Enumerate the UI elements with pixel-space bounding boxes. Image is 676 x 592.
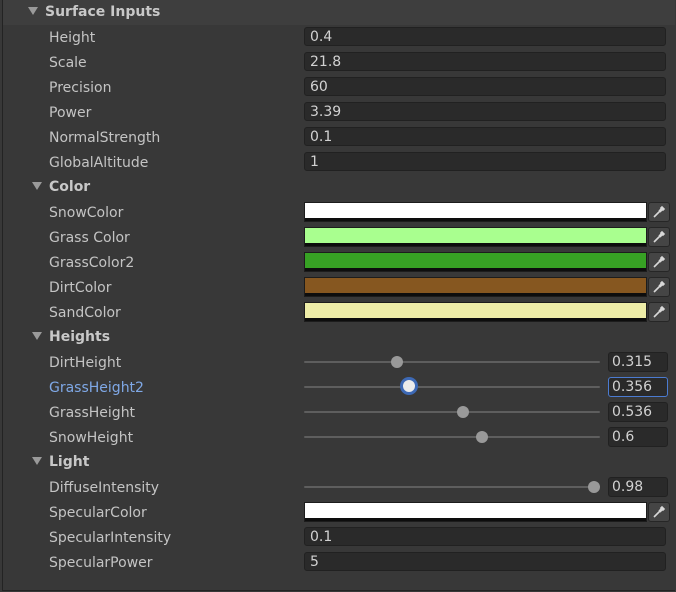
specular-color-swatch[interactable] (304, 502, 647, 522)
slider-track[interactable] (304, 486, 600, 488)
property-row-scale: Scale 21.8 (3, 50, 675, 75)
property-row-height: Height 0.4 (3, 25, 675, 50)
height-field[interactable]: 0.4 (304, 27, 666, 46)
alpha-bar (305, 218, 646, 221)
slider-thumb[interactable] (475, 431, 488, 443)
grass-height2-value-field[interactable]: 0.356 (608, 377, 668, 397)
eyedropper-icon[interactable] (648, 227, 670, 247)
property-label: SnowHeight (49, 430, 134, 446)
precision-field[interactable]: 60 (304, 77, 666, 96)
grass-height-value-field[interactable]: 0.536 (608, 402, 668, 422)
property-row-specular-color: SpecularColor (3, 500, 675, 525)
property-label: SpecularIntensity (49, 530, 172, 546)
light-header[interactable]: Light (3, 450, 675, 475)
property-row-dirt-color: DirtColor (3, 275, 675, 300)
property-row-grass-height: GrassHeight 0.536 (3, 400, 675, 425)
dirt-height-value-field[interactable]: 0.315 (608, 352, 668, 372)
snow-height-value-field[interactable]: 0.6 (608, 427, 668, 447)
power-field[interactable]: 3.39 (304, 102, 666, 121)
property-label: NormalStrength (49, 130, 161, 146)
global-altitude-field[interactable]: 1 (304, 152, 666, 171)
property-label: DirtColor (49, 280, 112, 296)
grass-color-swatch[interactable] (304, 227, 647, 247)
specular-intensity-field[interactable]: 0.1 (304, 527, 666, 546)
property-label: DirtHeight (49, 355, 122, 371)
color-title: Color (49, 179, 91, 195)
property-label: SpecularColor (49, 505, 147, 521)
property-label: Precision (49, 80, 112, 96)
material-inspector-panel: Surface Inputs Height 0.4 Scale 21.8 Pre… (2, 0, 675, 591)
property-row-power: Power 3.39 (3, 100, 675, 125)
slider-track[interactable] (304, 411, 600, 413)
diffuse-intensity-value-field[interactable]: 0.98 (608, 477, 668, 497)
eyedropper-icon[interactable] (648, 302, 670, 322)
property-label: DiffuseIntensity (49, 480, 160, 496)
alpha-bar (305, 518, 646, 521)
alpha-bar (305, 318, 646, 321)
property-row-grass-color2: GrassColor2 (3, 250, 675, 275)
property-row-diffuse-intensity: DiffuseIntensity 0.98 (3, 475, 675, 500)
property-row-global-altitude: GlobalAltitude 1 (3, 150, 675, 175)
surface-inputs-header[interactable]: Surface Inputs (3, 0, 675, 25)
dirt-color-swatch[interactable] (304, 277, 647, 297)
normal-strength-field[interactable]: 0.1 (304, 127, 666, 146)
slider-thumb[interactable] (588, 481, 601, 493)
property-row-normal-strength: NormalStrength 0.1 (3, 125, 675, 150)
snow-color-swatch[interactable] (304, 202, 647, 222)
property-label: Grass Color (49, 230, 130, 246)
alpha-bar (305, 268, 646, 271)
property-row-specular-intensity: SpecularIntensity 0.1 (3, 525, 675, 550)
eyedropper-icon[interactable] (648, 277, 670, 297)
property-row-dirt-height: DirtHeight 0.315 (3, 350, 675, 375)
eyedropper-icon[interactable] (648, 202, 670, 222)
property-row-grass-color: Grass Color (3, 225, 675, 250)
grass-color2-swatch[interactable] (304, 252, 647, 272)
property-label: GlobalAltitude (49, 155, 149, 171)
property-label: GrassHeight2 (49, 380, 144, 396)
light-title: Light (49, 454, 90, 470)
property-label: GrassHeight (49, 405, 136, 421)
scale-field[interactable]: 21.8 (304, 52, 666, 71)
slider-thumb[interactable] (391, 356, 404, 368)
color-header[interactable]: Color (3, 175, 675, 200)
property-label: SpecularPower (49, 555, 153, 571)
eyedropper-icon[interactable] (648, 252, 670, 272)
property-label: Height (49, 30, 96, 46)
specular-power-field[interactable]: 5 (304, 552, 666, 571)
foldout-arrow-icon[interactable] (32, 182, 42, 190)
alpha-bar (305, 293, 646, 296)
property-row-precision: Precision 60 (3, 75, 675, 100)
property-row-sand-color: SandColor (3, 300, 675, 325)
slider-thumb[interactable] (403, 380, 416, 392)
slider-track[interactable] (304, 361, 600, 363)
property-label: SnowColor (49, 205, 124, 221)
alpha-bar (305, 243, 646, 246)
eyedropper-icon[interactable] (648, 502, 670, 522)
foldout-arrow-icon[interactable] (32, 457, 42, 465)
property-label: GrassColor2 (49, 255, 135, 271)
slider-track[interactable] (304, 436, 600, 438)
slider-thumb[interactable] (456, 406, 469, 418)
heights-title: Heights (49, 329, 111, 345)
surface-inputs-title: Surface Inputs (45, 4, 161, 20)
heights-header[interactable]: Heights (3, 325, 675, 350)
property-row-grass-height2: GrassHeight2 0.356 (3, 375, 675, 400)
property-label: Power (49, 105, 92, 121)
property-label: Scale (49, 55, 87, 71)
property-row-specular-power: SpecularPower 5 (3, 550, 675, 575)
foldout-arrow-icon[interactable] (32, 332, 42, 340)
foldout-arrow-icon[interactable] (28, 7, 38, 15)
property-row-snow-color: SnowColor (3, 200, 675, 225)
property-row-snow-height: SnowHeight 0.6 (3, 425, 675, 450)
slider-track[interactable] (304, 386, 600, 388)
property-label: SandColor (49, 305, 121, 321)
sand-color-swatch[interactable] (304, 302, 647, 322)
